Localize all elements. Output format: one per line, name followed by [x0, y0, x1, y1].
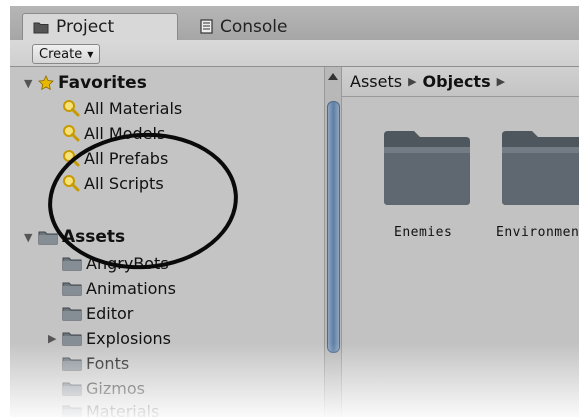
breadcrumb-separator-icon: ▶ [496, 75, 506, 88]
tab-project[interactable]: Project [22, 13, 178, 40]
tree-item-label: All Materials [84, 98, 183, 118]
folder-icon [62, 255, 82, 271]
tree-scrollbar[interactable] [324, 67, 342, 417]
breadcrumb-assets[interactable]: Assets [350, 72, 402, 91]
create-button-label: Create [39, 46, 83, 62]
scroll-up-arrow-icon[interactable] [328, 73, 338, 80]
folder-icon [62, 355, 82, 371]
tree-item-label: Materials [86, 401, 160, 417]
favorites-label: Favorites [58, 73, 147, 93]
collapsed-arrow-icon[interactable]: ▶ [48, 332, 62, 345]
project-tree: ▼ Favorites All Materials All Models All… [10, 67, 324, 417]
asset-grid-panel: Assets ▶ Objects ▶ Enemies Environment [342, 67, 579, 417]
caret-down-icon: ▼ [87, 49, 94, 59]
folder-icon [62, 403, 82, 417]
tree-item-label: Fonts [86, 353, 130, 373]
folder-icon [62, 305, 82, 321]
tree-item-editor[interactable]: Editor [62, 301, 133, 325]
tab-console-label: Console [220, 16, 288, 37]
tree-item-explosions[interactable]: ▶ Explosions [48, 326, 171, 350]
breadcrumb: Assets ▶ Objects ▶ [342, 67, 579, 97]
breadcrumb-separator-icon: ▶ [408, 75, 417, 88]
tree-item-gizmos[interactable]: Gizmos [62, 376, 145, 400]
tree-item-label: Editor [86, 303, 134, 323]
grid-item-label: Environment [496, 225, 579, 240]
star-icon [38, 75, 54, 91]
breadcrumb-objects[interactable]: Objects [423, 72, 491, 91]
tree-item-label: Gizmos [86, 378, 145, 398]
folder-icon [62, 330, 82, 346]
large-folder-icon [500, 131, 579, 211]
tree-item-fonts[interactable]: Fonts [62, 351, 129, 375]
tab-project-label: Project [56, 17, 115, 37]
folder-tab-icon [33, 21, 49, 34]
tree-item-label: Explosions [86, 328, 172, 348]
tree-item-all-materials[interactable]: All Materials [62, 96, 182, 120]
tab-console[interactable]: Console [190, 13, 330, 40]
tree-item-animations[interactable]: Animations [62, 276, 176, 300]
create-button[interactable]: Create ▼ [32, 44, 101, 64]
search-icon [62, 124, 80, 142]
folder-icon [62, 380, 82, 396]
project-window: Project Console Create ▼ ▼ Favorites All… [10, 6, 579, 417]
tree-item-materials[interactable]: Materials [62, 399, 159, 417]
console-tab-icon [200, 19, 213, 34]
toolbar: Create ▼ [10, 40, 579, 67]
folder-icon [62, 280, 82, 296]
expand-arrow-icon[interactable]: ▼ [24, 77, 38, 90]
grid-item-label: Enemies [394, 225, 453, 240]
large-folder-icon [382, 131, 472, 211]
expand-arrow-icon[interactable]: ▼ [24, 231, 38, 244]
folder-icon [38, 229, 58, 245]
tree-favorites[interactable]: ▼ Favorites [24, 71, 147, 95]
grid-item-enemies[interactable]: Enemies [382, 127, 472, 240]
search-icon [62, 99, 80, 117]
tab-bar: Project Console [10, 6, 579, 41]
grid-item-environment[interactable]: Environment [496, 127, 579, 240]
scroll-thumb[interactable] [327, 101, 340, 353]
tree-item-label: Animations [86, 278, 176, 298]
